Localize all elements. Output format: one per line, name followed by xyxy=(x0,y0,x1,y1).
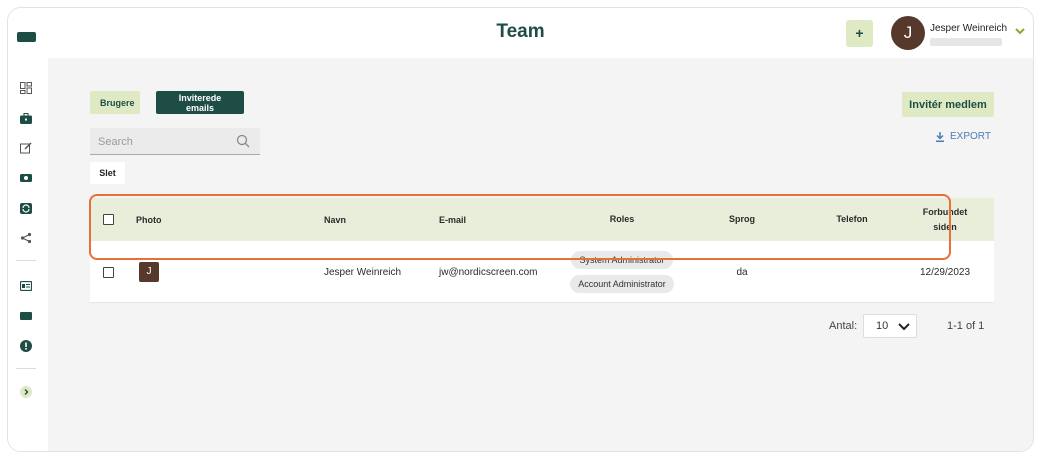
select-all-checkbox[interactable] xyxy=(103,214,114,225)
role-chip: Account Administrator xyxy=(570,275,674,293)
column-roles: Roles xyxy=(609,214,635,224)
sidebar xyxy=(8,58,48,451)
export-link[interactable]: EXPORT xyxy=(935,131,991,142)
member-language: da xyxy=(736,266,748,278)
app-window: Team + J Jesper Weinreich Brugere Invite… xyxy=(7,7,1034,452)
page-title: Team xyxy=(496,21,545,42)
top-bar: Team + J Jesper Weinreich xyxy=(8,8,1033,58)
sync-icon[interactable] xyxy=(16,200,36,216)
column-language: Sprog xyxy=(729,214,755,224)
member-connected-date: 12/29/2023 xyxy=(919,266,971,278)
user-subtitle-redacted xyxy=(930,38,1002,46)
briefcase-icon[interactable] xyxy=(16,110,36,126)
tab-invited-emails[interactable]: Inviterede emails xyxy=(156,91,244,114)
user-name[interactable]: Jesper Weinreich xyxy=(930,23,1007,34)
members-table: Photo Navn E-mail Roles Sprog Telefon Fo… xyxy=(90,198,994,303)
member-email: jw@nordicscreen.com xyxy=(439,266,538,278)
column-phone: Telefon xyxy=(836,214,868,224)
search-icon[interactable] xyxy=(236,134,250,148)
row-select-cell xyxy=(103,241,114,303)
chevron-down-icon[interactable] xyxy=(1014,26,1026,36)
delete-button[interactable]: Slet xyxy=(90,162,125,184)
screen-icon[interactable] xyxy=(16,308,36,324)
sidebar-divider xyxy=(16,368,36,369)
member-name: Jesper Weinreich xyxy=(324,266,402,278)
menu-icon[interactable] xyxy=(17,32,36,42)
member-phone xyxy=(822,241,882,303)
chevron-down-icon xyxy=(898,323,910,331)
id-card-icon[interactable] xyxy=(16,278,36,294)
page-size-select[interactable]: 10 xyxy=(863,314,917,338)
sidebar-divider xyxy=(16,260,36,261)
tab-users[interactable]: Brugere xyxy=(90,91,140,114)
download-icon xyxy=(936,131,944,142)
camera-icon[interactable] xyxy=(16,170,36,186)
export-label: EXPORT xyxy=(950,131,991,142)
search-field xyxy=(90,128,260,155)
table-header: Photo Navn E-mail Roles Sprog Telefon Fo… xyxy=(90,198,994,241)
share-icon[interactable] xyxy=(16,230,36,246)
search-input[interactable] xyxy=(98,134,228,149)
table-row[interactable]: J Jesper Weinreich jw@nordicscreen.com S… xyxy=(90,241,994,303)
page-range: 1-1 of 1 xyxy=(947,320,985,332)
add-button[interactable]: + xyxy=(846,20,873,47)
column-connected: Forbundet siden xyxy=(905,198,985,241)
row-checkbox[interactable] xyxy=(103,266,114,278)
edit-icon[interactable] xyxy=(16,140,36,156)
column-connected-line2: siden xyxy=(933,221,957,232)
pagination: Antal: 10 1-1 of 1 xyxy=(48,314,994,344)
column-photo: Photo xyxy=(136,214,162,225)
page-size-label: Antal: xyxy=(829,320,858,332)
page-size-value: 10 xyxy=(876,320,889,332)
select-all-cell xyxy=(103,198,114,241)
column-email: E-mail xyxy=(439,214,467,225)
dashboard-icon[interactable] xyxy=(16,80,36,96)
row-photo-cell: J xyxy=(139,241,159,303)
column-connected-line1: Forbundet xyxy=(922,206,968,217)
main-content: Brugere Inviterede emails Invitér medlem… xyxy=(48,58,1033,451)
invite-member-button[interactable]: Invitér medlem xyxy=(902,92,994,117)
member-avatar: J xyxy=(139,262,159,282)
alert-icon[interactable] xyxy=(16,338,36,354)
column-name: Navn xyxy=(324,214,347,225)
role-chip: System Administrator xyxy=(571,251,673,269)
member-roles: System Administrator Account Administrat… xyxy=(562,241,682,303)
expand-icon[interactable] xyxy=(16,384,36,400)
user-avatar[interactable]: J xyxy=(891,16,925,50)
